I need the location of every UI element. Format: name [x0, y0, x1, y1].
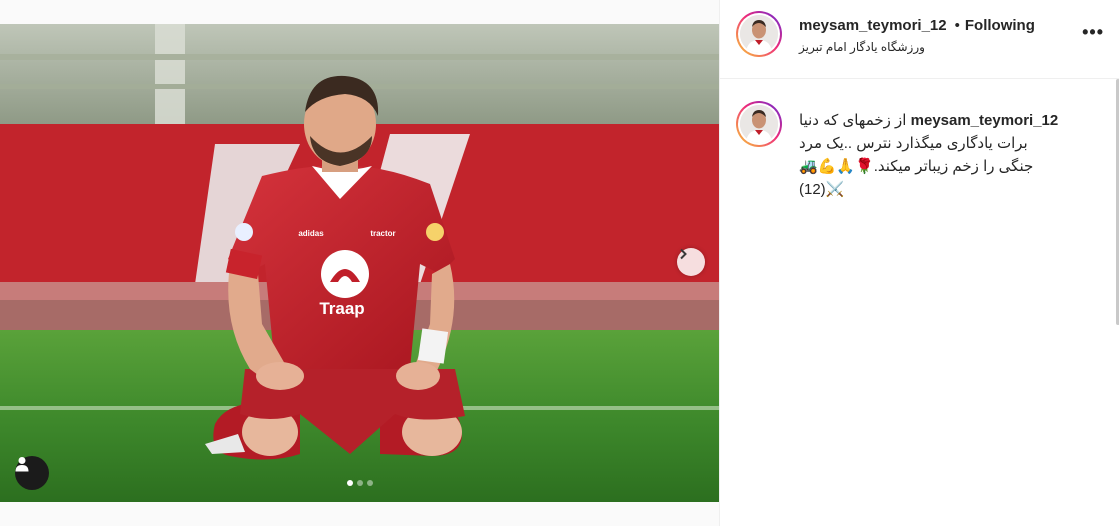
- player-photo: Traap tractor adidas: [0, 24, 719, 502]
- caption-line: (12)⚔️: [799, 181, 845, 198]
- comments-section: meysam_teymori_12 از زخمهای که دنیا برات…: [720, 79, 1118, 526]
- more-horizontal-icon: •••: [1082, 22, 1104, 42]
- post-media[interactable]: Traap tractor adidas: [0, 24, 719, 502]
- sponsor-text: Traap: [319, 299, 364, 318]
- avatar[interactable]: [736, 11, 782, 57]
- separator-dot: •: [954, 17, 960, 34]
- post-header: meysam_teymori_12 • Following ورزشگاه یا…: [720, 0, 1119, 79]
- chevron-right-icon: [680, 248, 687, 260]
- profile-photo: [740, 15, 778, 53]
- carousel-dots: [0, 480, 719, 486]
- carousel-dot: [356, 480, 363, 486]
- league-badge: [426, 223, 444, 241]
- caption-line: برات یادگاری میگذارد نترس ..یک مرد: [799, 135, 1028, 152]
- username-link[interactable]: meysam_teymori_12: [799, 17, 947, 34]
- post-side-panel: meysam_teymori_12 • Following ورزشگاه یا…: [719, 0, 1119, 526]
- caption-line: جنگی را زخم زیباتر میکند.🌹🙏💪🚜: [799, 158, 1034, 175]
- next-image-button[interactable]: [677, 248, 705, 276]
- afc-badge: [235, 223, 253, 241]
- caption-text: از زخمهای که دنیا: [799, 112, 907, 129]
- caption-username-link[interactable]: meysam_teymori_12: [911, 112, 1059, 129]
- caption-line: meysam_teymori_12 از زخمهای که دنیا: [799, 109, 1099, 132]
- avatar[interactable]: [736, 101, 782, 147]
- post-caption: meysam_teymori_12 از زخمهای که دنیا برات…: [799, 109, 1099, 201]
- carousel-dot: [366, 480, 373, 486]
- location-link[interactable]: ورزشگاه یادگار امام تبریز: [799, 40, 925, 54]
- more-options-button[interactable]: •••: [1082, 22, 1104, 43]
- club-text: tractor: [370, 229, 395, 238]
- following-button[interactable]: Following: [965, 17, 1035, 34]
- profile-photo: [740, 105, 778, 143]
- carousel-dot: [346, 480, 353, 486]
- user-tag-icon: [15, 457, 29, 472]
- kit-brand-text: adidas: [298, 229, 324, 238]
